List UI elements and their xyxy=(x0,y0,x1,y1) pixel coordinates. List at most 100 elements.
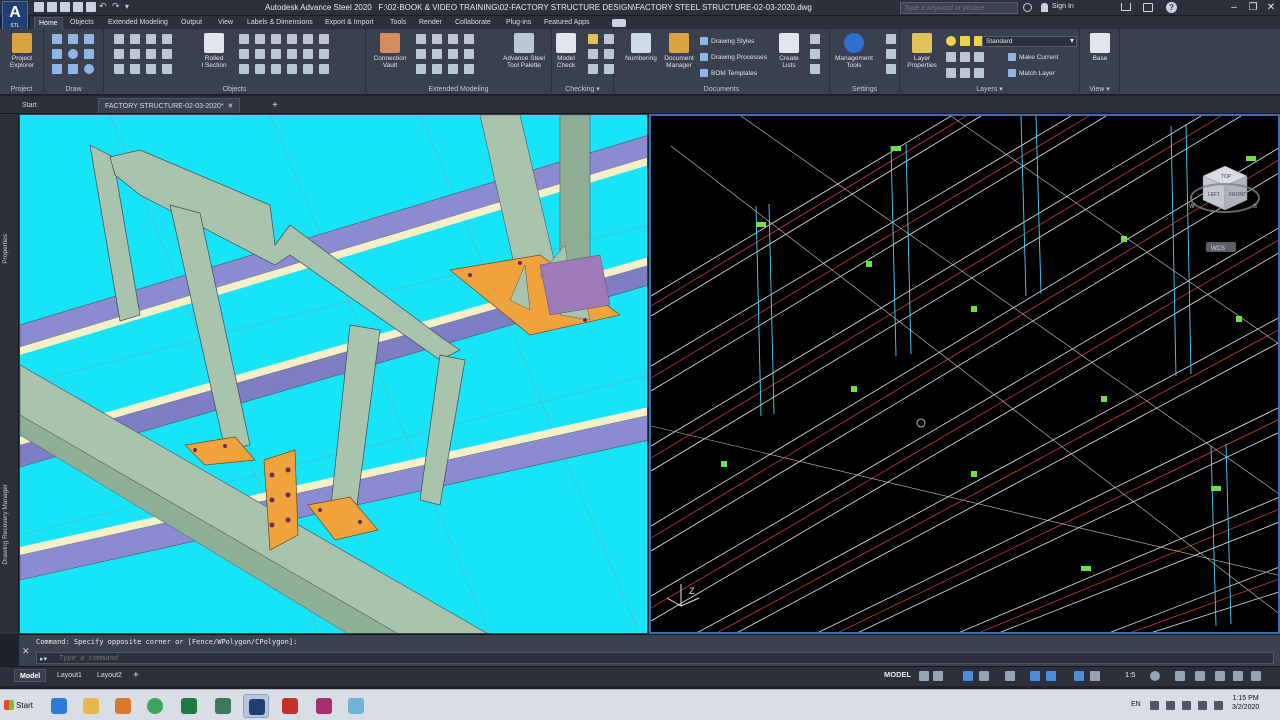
clean-screen-icon[interactable] xyxy=(1233,671,1243,681)
joint-9-icon[interactable] xyxy=(416,64,426,74)
osnap-icon[interactable] xyxy=(1046,671,1056,681)
layer-dropdown[interactable]: Standard xyxy=(982,36,1077,47)
plate-rect-icon[interactable] xyxy=(255,34,265,44)
check-icon[interactable] xyxy=(588,49,598,59)
maximize-button[interactable]: ❐ xyxy=(1245,1,1261,14)
layer-unlock-icon[interactable] xyxy=(960,68,970,78)
save-icon[interactable] xyxy=(60,2,70,12)
taskbar-acrobat[interactable] xyxy=(277,694,303,718)
joint-1-icon[interactable] xyxy=(416,34,426,44)
joint-2-icon[interactable] xyxy=(432,34,442,44)
isolate-objects-icon[interactable] xyxy=(1215,671,1225,681)
create-lists-button[interactable]: Create Lists xyxy=(774,33,804,69)
tab-model[interactable]: Model xyxy=(14,669,47,682)
numbering-button[interactable]: Numbering xyxy=(622,33,660,62)
isodraft-icon[interactable] xyxy=(1005,671,1015,681)
close-button[interactable]: ✕ xyxy=(1263,1,1279,14)
shorten-icon[interactable] xyxy=(319,34,329,44)
taskbar-app[interactable] xyxy=(343,694,369,718)
purlin-icon[interactable] xyxy=(303,49,313,59)
drawing-styles-button[interactable]: Drawing Styles xyxy=(700,37,754,45)
minimize-button[interactable]: – xyxy=(1226,1,1242,14)
layer-iso-icon[interactable] xyxy=(946,52,956,62)
management-tools-button[interactable]: Management Tools xyxy=(832,33,876,69)
make-current-button[interactable]: Make Current xyxy=(1008,53,1058,61)
tab-layout1[interactable]: Layout1 xyxy=(52,669,87,682)
command-input[interactable] xyxy=(59,653,659,663)
command-prompt-icon[interactable]: ▸▾ xyxy=(40,655,47,663)
new-tab-icon[interactable]: + xyxy=(266,98,284,113)
tool-palette-button[interactable]: Advance Steel Tool Palette xyxy=(500,33,548,69)
units-icon[interactable] xyxy=(1195,671,1205,681)
help-search-input[interactable] xyxy=(900,2,1018,14)
action-center-icon[interactable] xyxy=(1214,701,1223,710)
open-icon[interactable] xyxy=(47,2,57,12)
polar-icon[interactable] xyxy=(979,671,989,681)
portal-icon[interactable] xyxy=(271,64,281,74)
highlight-icon[interactable] xyxy=(588,64,598,74)
bolt-icon[interactable] xyxy=(146,49,156,59)
defaults-icon[interactable] xyxy=(886,49,896,59)
sign-in-link[interactable]: Sign In xyxy=(1052,3,1074,10)
properties-palette-tab[interactable]: Properties xyxy=(2,234,9,264)
cart-icon[interactable] xyxy=(1121,3,1131,11)
nc-icon[interactable] xyxy=(810,34,820,44)
railing-icon[interactable] xyxy=(271,49,281,59)
clash-icon[interactable] xyxy=(588,34,598,44)
brace-icon[interactable] xyxy=(319,49,329,59)
settings-icon[interactable] xyxy=(886,34,896,44)
line-icon[interactable] xyxy=(52,49,62,59)
annotation-monitor-icon[interactable] xyxy=(1175,671,1185,681)
layer-off-icon[interactable] xyxy=(960,52,970,62)
app-menu-button[interactable]: A STL xyxy=(2,1,28,31)
osnap-tracking-icon[interactable] xyxy=(1030,671,1040,681)
tab-objects[interactable]: Objects xyxy=(70,17,94,29)
stair-icon[interactable] xyxy=(255,49,265,59)
ribbon-toggle-icon[interactable] xyxy=(612,19,626,27)
connection-vault-button[interactable]: Connection Vault xyxy=(370,33,410,69)
plate-icon[interactable] xyxy=(162,34,172,44)
start-button[interactable]: Start xyxy=(2,695,35,717)
model-check-button[interactable]: Model Check xyxy=(552,33,580,69)
split-icon[interactable] xyxy=(287,34,297,44)
joint-3-icon[interactable] xyxy=(448,34,458,44)
tab-collaborate[interactable]: Collaborate xyxy=(455,17,491,29)
document-manager-button[interactable]: Document Manager xyxy=(660,33,698,69)
cut-icon[interactable] xyxy=(162,64,172,74)
undo-icon[interactable]: ↶ xyxy=(99,2,109,12)
save-as-icon[interactable] xyxy=(73,2,83,12)
circle-icon[interactable] xyxy=(68,49,78,59)
merge-icon[interactable] xyxy=(303,34,313,44)
joint-12-icon[interactable] xyxy=(464,64,474,74)
workspace-gear-icon[interactable] xyxy=(1150,671,1160,681)
add-layout-icon[interactable]: + xyxy=(128,669,144,682)
drawing-processes-button[interactable]: Drawing Processes xyxy=(700,53,767,61)
fold-icon[interactable] xyxy=(271,34,281,44)
workspace-dropdown-icon[interactable]: ▾ xyxy=(125,2,135,12)
match-layer-button[interactable]: Match Layer xyxy=(1008,69,1055,77)
network-icon[interactable] xyxy=(1166,701,1175,710)
shear-stud-icon[interactable] xyxy=(130,64,140,74)
grating-icon[interactable] xyxy=(239,49,249,59)
viewport-shaded[interactable] xyxy=(19,114,648,634)
anchor-icon[interactable] xyxy=(114,64,124,74)
cage-ladder-icon[interactable] xyxy=(287,49,297,59)
customization-icon[interactable] xyxy=(1251,671,1261,681)
frame-icon[interactable] xyxy=(239,64,249,74)
auto-scale-icon[interactable] xyxy=(1090,671,1100,681)
tab-layout2[interactable]: Layout2 xyxy=(92,669,127,682)
tab-view[interactable]: View xyxy=(218,17,233,29)
curved-beam-icon[interactable] xyxy=(114,49,124,59)
sun-icon[interactable] xyxy=(960,36,970,46)
tab-plug-ins[interactable]: Plug-ins xyxy=(506,17,531,29)
taskbar-teams[interactable] xyxy=(311,694,337,718)
ellipse-icon[interactable] xyxy=(84,64,94,74)
annotation-visibility-icon[interactable] xyxy=(1074,671,1084,681)
dxf-icon[interactable] xyxy=(810,49,820,59)
viewcube[interactable]: TOP LEFT FRONT W S xyxy=(1189,165,1260,213)
user-settings-icon[interactable] xyxy=(886,64,896,74)
hatch-icon[interactable] xyxy=(84,49,94,59)
joint-11-icon[interactable] xyxy=(448,64,458,74)
tray-expand-icon[interactable] xyxy=(1150,701,1159,710)
viewport-wireframe[interactable]: TOP LEFT FRONT W S WCS Z xyxy=(649,114,1280,634)
